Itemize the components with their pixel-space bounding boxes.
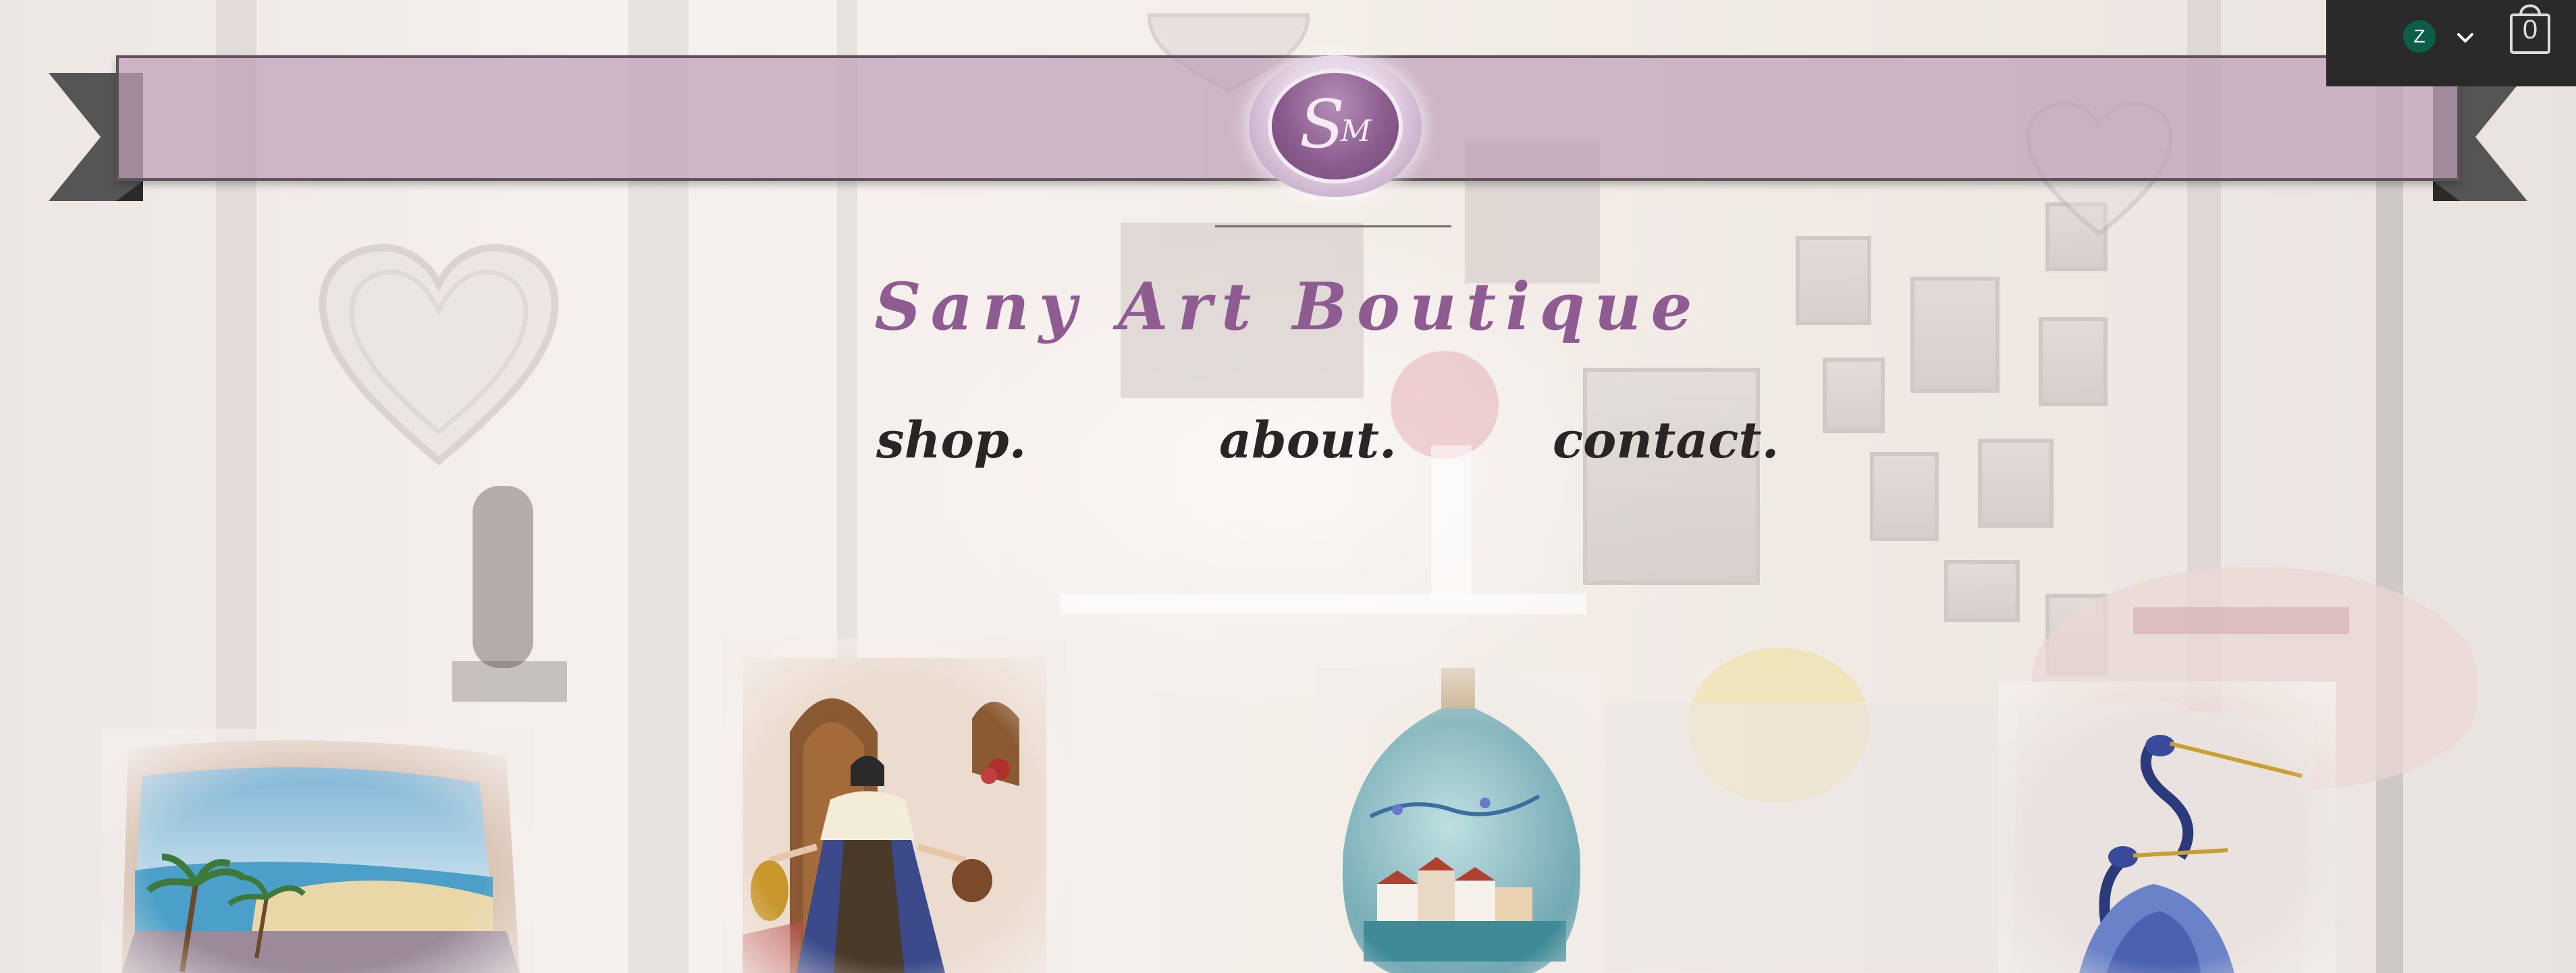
herons-canvas-image xyxy=(1998,682,2336,973)
user-avatar[interactable]: Z xyxy=(2403,20,2436,53)
logo-letter-s: S xyxy=(1299,86,1345,163)
cart-count[interactable]: 0 xyxy=(2506,15,2554,45)
village-bottle-image xyxy=(1316,668,1600,973)
chevron-down-icon[interactable] xyxy=(2452,24,2479,51)
logo-monogram: S M xyxy=(1268,69,1403,184)
gallery-item-painting-woman[interactable] xyxy=(722,638,1067,973)
nav-contact-link[interactable]: contact. xyxy=(1553,412,1779,470)
logo-letter-m: M xyxy=(1341,113,1372,148)
avatar-letter: Z xyxy=(2413,26,2425,47)
gallery-item-herons[interactable] xyxy=(1998,682,2336,973)
nav-shop-link[interactable]: shop. xyxy=(876,412,1026,470)
gallery-item-bottle[interactable] xyxy=(1316,668,1600,973)
site-logo[interactable]: S M xyxy=(1249,55,1422,197)
gallery-item-pillow[interactable] xyxy=(101,729,533,973)
title-divider xyxy=(1215,225,1451,227)
water-carrier-painting-image xyxy=(722,638,1067,973)
page-title: Sany Art Boutique xyxy=(874,269,1702,345)
seascape-pillow-image xyxy=(101,729,533,973)
nav-about-link[interactable]: about. xyxy=(1219,412,1397,470)
